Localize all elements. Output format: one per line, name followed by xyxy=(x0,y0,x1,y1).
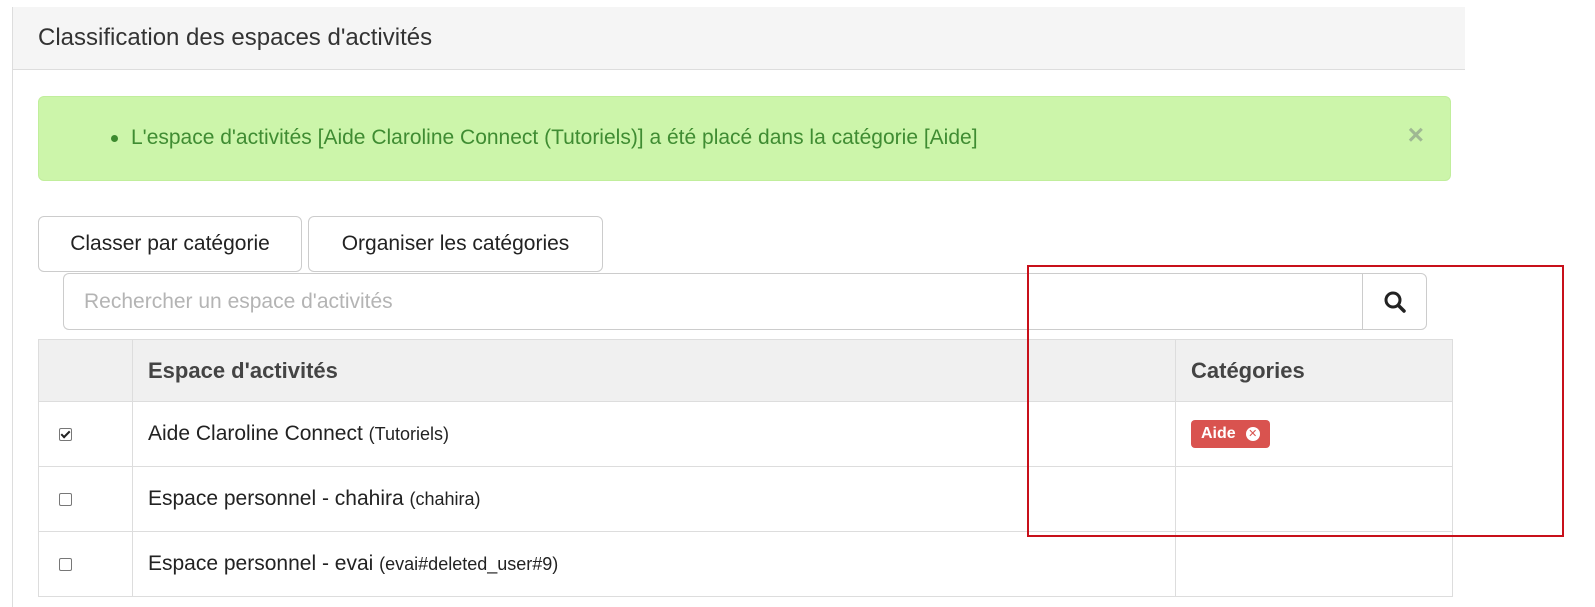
workspace-cell: Espace personnel - evai (evai#deleted_us… xyxy=(132,531,1176,597)
workspace-code: (evai#deleted_user#9) xyxy=(379,554,559,574)
workspace-table: Espace d'activités Catégories Aide Claro… xyxy=(38,339,1453,597)
table-row: Espace personnel - evai (evai#deleted_us… xyxy=(38,531,1453,597)
header-categories: Catégories xyxy=(1175,339,1453,402)
workspace-name: Espace personnel - chahira xyxy=(148,487,404,510)
workspace-cell: Espace personnel - chahira (chahira) xyxy=(132,466,1176,532)
workspace-cell: Aide Claroline Connect (Tutoriels) xyxy=(132,401,1176,467)
remove-category-icon[interactable]: ✕ xyxy=(1245,427,1260,441)
category-cell xyxy=(1175,531,1453,597)
success-alert: L'espace d'activités [Aide Claroline Con… xyxy=(38,96,1451,181)
table-row: Aide Claroline Connect (Tutoriels) Aide … xyxy=(38,401,1453,467)
table-row: Espace personnel - chahira (chahira) xyxy=(38,466,1453,532)
row-checkbox[interactable] xyxy=(59,557,72,571)
search-input[interactable] xyxy=(63,273,1363,330)
row-check-cell xyxy=(38,531,133,597)
category-cell xyxy=(1175,466,1453,532)
workspace-name: Espace personnel - evai xyxy=(148,552,374,575)
header-check xyxy=(38,339,133,402)
close-icon[interactable]: × xyxy=(1408,121,1424,149)
row-check-cell xyxy=(38,401,133,467)
alert-message: L'espace d'activités [Aide Claroline Con… xyxy=(131,126,978,149)
workspace-code: (Tutoriels) xyxy=(368,424,449,444)
row-checkbox[interactable] xyxy=(59,427,72,441)
page-title: Classification des espaces d'activités xyxy=(38,24,433,51)
alert-bullet xyxy=(111,135,118,142)
row-checkbox[interactable] xyxy=(59,492,72,506)
row-check-cell xyxy=(38,466,133,532)
search-icon xyxy=(1384,291,1406,313)
category-badge: Aide ✕ xyxy=(1191,420,1270,448)
panel-heading: Classification des espaces d'activités xyxy=(13,7,1465,70)
header-workspace: Espace d'activités xyxy=(132,339,1176,402)
classer-par-categorie-button[interactable]: Classer par catégorie xyxy=(38,216,302,272)
category-label: Aide xyxy=(1201,425,1236,442)
workspace-code: (chahira) xyxy=(409,489,481,509)
search-button[interactable] xyxy=(1362,273,1427,330)
category-cell: Aide ✕ xyxy=(1175,401,1453,467)
workspace-name: Aide Claroline Connect xyxy=(148,422,363,445)
table-header-row: Espace d'activités Catégories xyxy=(38,339,1453,402)
organiser-categories-button[interactable]: Organiser les catégories xyxy=(308,216,603,272)
